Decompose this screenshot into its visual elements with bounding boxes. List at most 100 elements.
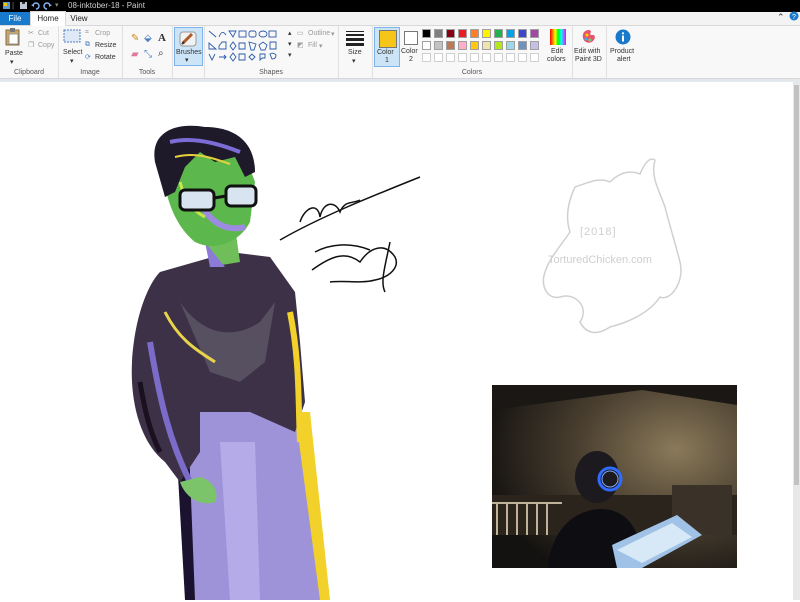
palette-swatch[interactable] (530, 53, 539, 62)
colors-group-label: Colors (461, 69, 483, 76)
watermark-site: TorturedChicken.com (548, 254, 652, 266)
pencil-icon[interactable]: ✎ (131, 33, 139, 44)
palette-swatch[interactable] (458, 53, 467, 62)
shapes-gallery[interactable] (207, 29, 293, 63)
palette-swatch[interactable] (494, 53, 503, 62)
crop-label: Crop (95, 30, 111, 37)
tab-file[interactable]: File (0, 12, 30, 25)
select-dropdown-icon: ▾ (70, 58, 74, 65)
image-group: Select ▾ ⌗ Crop ⧉ Resize ⟳ Rotate Image (58, 26, 123, 78)
clipboard-group-label: Clipboard (14, 69, 44, 76)
size-label: Size (348, 49, 362, 56)
paint-app-icon (2, 1, 11, 10)
copy-button[interactable]: ❐ Copy (28, 41, 56, 51)
fill-bucket-icon[interactable]: ⬙ (144, 33, 152, 44)
select-icon (63, 29, 81, 43)
palette-swatch[interactable] (518, 29, 527, 38)
product-alert-button[interactable]: Product alert (607, 29, 639, 65)
palette-swatch[interactable] (422, 41, 431, 50)
color2-label: Color (401, 48, 418, 55)
outline-dropdown-icon: ▾ (331, 31, 335, 38)
palette-swatch[interactable] (494, 29, 503, 38)
palette-swatch[interactable] (446, 41, 455, 50)
palette-swatch[interactable] (482, 29, 491, 38)
scissors-icon: ✂ (28, 30, 34, 37)
palette-swatch[interactable] (518, 41, 527, 50)
palette-swatch[interactable] (434, 29, 443, 38)
magnifier-icon[interactable]: ⌕ (158, 48, 164, 59)
color-picker-icon[interactable]: ⤡ (144, 49, 152, 60)
copy-label: Copy (38, 42, 55, 49)
palette-swatch[interactable] (422, 29, 431, 38)
size-button[interactable]: Size ▾ (341, 29, 369, 65)
tab-home[interactable]: Home (30, 11, 66, 26)
palette-swatch[interactable] (422, 53, 431, 62)
palette-swatch[interactable] (494, 41, 503, 50)
webcam-photo (492, 385, 737, 568)
outline-button[interactable]: ▭ Outline ▾ (297, 29, 337, 39)
palette-swatch[interactable] (506, 29, 515, 38)
help-icon[interactable]: ? (789, 11, 799, 23)
ribbon: Paste ▾ ✂ Cut ❐ Copy Clipboard Select ▾ … (0, 26, 800, 79)
palette-swatch[interactable] (458, 29, 467, 38)
color1-label: Color (377, 49, 394, 56)
info-icon (615, 29, 631, 45)
cut-button[interactable]: ✂ Cut (28, 29, 56, 39)
product-alert-label-line1: Product (610, 48, 635, 55)
palette-swatch[interactable] (458, 41, 467, 50)
brushes-group: Brushes ▾ (172, 26, 205, 78)
webcam-photo-scene (492, 385, 737, 568)
undo-icon[interactable] (31, 1, 40, 10)
palette-swatch[interactable] (470, 41, 479, 50)
color2-number: 2 (409, 56, 413, 63)
edit-colors-button[interactable]: Edit colors (545, 29, 571, 65)
edit-with-paint3d-button[interactable]: Edit with Paint 3D (573, 29, 605, 65)
drawing-canvas[interactable]: [2018] TorturedChicken.com (0, 82, 793, 600)
crop-button[interactable]: ⌗ Crop (85, 29, 119, 39)
shapes-expand-icon[interactable]: ▾ (288, 51, 292, 59)
palette-swatch[interactable] (434, 41, 443, 50)
palette-swatch[interactable] (482, 41, 491, 50)
tab-view[interactable]: View (64, 12, 94, 25)
eraser-icon[interactable]: ▰ (131, 49, 139, 60)
edit-colors-label-line1: Edit (551, 48, 564, 55)
resize-button[interactable]: ⧉ Resize (85, 41, 119, 51)
rotate-button[interactable]: ⟳ Rotate (85, 53, 119, 63)
outline-label: Outline (308, 30, 331, 37)
palette-swatch[interactable] (506, 53, 515, 62)
palette-swatch[interactable] (506, 41, 515, 50)
outline-icon: ▭ (297, 30, 304, 37)
palette-swatch[interactable] (518, 53, 527, 62)
color2-button[interactable]: Color 2 (399, 27, 423, 65)
text-icon[interactable]: A (158, 32, 166, 44)
color-spectrum-icon (550, 29, 566, 45)
help-glyph: ? (792, 14, 796, 21)
color1-number: 1 (385, 57, 389, 64)
shapes-scroll-up-icon[interactable]: ▴ (288, 29, 292, 37)
resize-icon: ⧉ (85, 41, 90, 48)
color1-button[interactable]: Color 1 (374, 27, 400, 67)
save-icon[interactable] (19, 1, 28, 10)
palette-swatch[interactable] (482, 53, 491, 62)
palette-swatch[interactable] (530, 41, 539, 50)
redo-icon[interactable] (43, 1, 52, 10)
select-button[interactable]: Select ▾ (61, 29, 83, 65)
palette-swatch[interactable] (530, 29, 539, 38)
palette-swatch[interactable] (446, 29, 455, 38)
tools-group: ✎ ⬙ A ▰ ⤡ ⌕ Tools (122, 26, 173, 78)
paint3d-label-line2: Paint 3D (575, 56, 602, 63)
shapes-scroll-down-icon[interactable]: ▾ (288, 40, 292, 48)
window-title: 08-inktober-18 - Paint (68, 1, 145, 10)
copy-icon: ❐ (28, 42, 35, 49)
palette-swatch[interactable] (470, 53, 479, 62)
fill-button[interactable]: ◩ Fill ▾ (297, 41, 337, 51)
palette-swatch[interactable] (434, 53, 443, 62)
rotate-label: Rotate (95, 54, 116, 61)
paste-button[interactable]: Paste ▾ (3, 28, 23, 66)
customize-quick-access-icon[interactable]: ▾ (55, 1, 64, 10)
palette-swatch[interactable] (446, 53, 455, 62)
brushes-button[interactable]: Brushes ▾ (174, 27, 203, 66)
palette-swatch[interactable] (470, 29, 479, 38)
minimize-ribbon-icon[interactable]: ⌃ (777, 12, 785, 23)
select-label: Select (63, 49, 83, 56)
